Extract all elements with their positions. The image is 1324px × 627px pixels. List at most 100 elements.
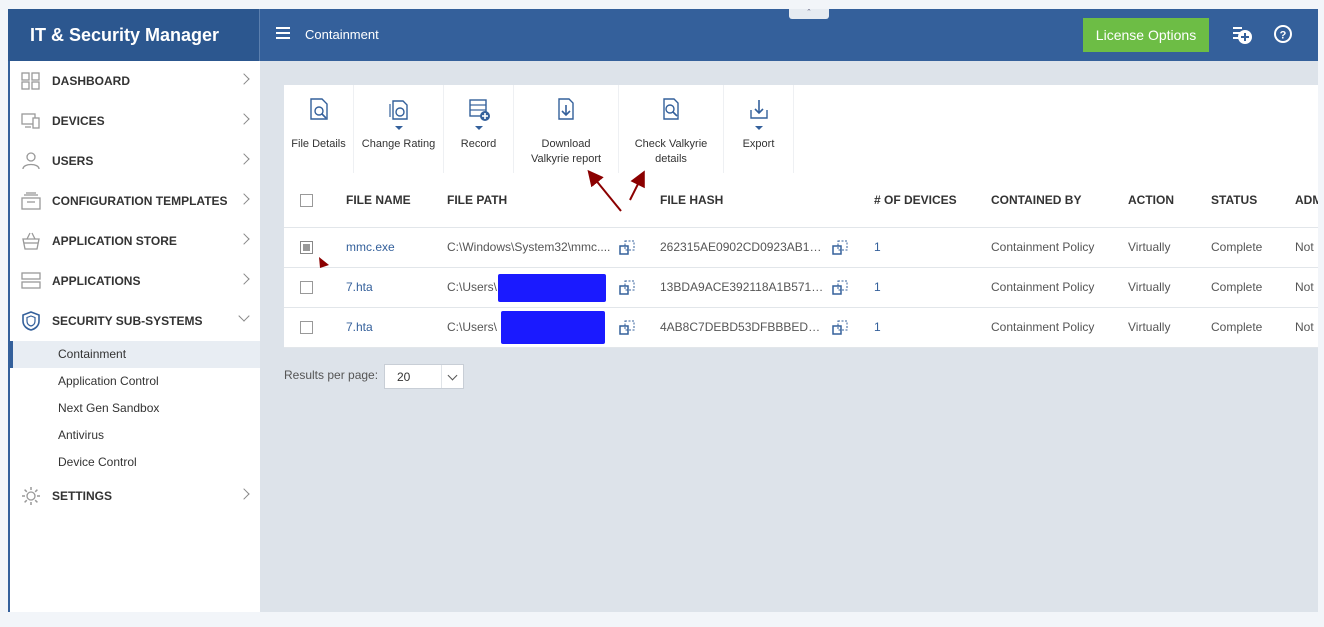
help-icon[interactable]: ? (1273, 24, 1293, 44)
check-details-icon (663, 98, 679, 120)
sidebar-item-security-sub-systems[interactable]: SECURITY SUB-SYSTEMS (10, 301, 260, 341)
column-header-devices[interactable]: # OF DEVICES (874, 173, 991, 228)
sidebar-subitem-containment[interactable]: Containment (10, 341, 260, 368)
change-rating-button[interactable]: Change Rating (354, 85, 444, 173)
chevron-down-icon[interactable] (441, 365, 463, 388)
tool-label: Check Valkyrie details (619, 137, 723, 167)
sidebar-item-users[interactable]: USERS (10, 141, 260, 181)
chevron-right-icon (238, 233, 250, 245)
file-name-link[interactable]: 7.hta (346, 280, 373, 294)
adm-cell: Not (1295, 267, 1318, 308)
top-bar: IT & Security Manager Containment ˆ Lice… (8, 9, 1318, 61)
check-valkyrie-details-button[interactable]: Check Valkyrie details (619, 85, 724, 173)
copy-icon[interactable] (619, 240, 635, 256)
copy-icon[interactable] (832, 240, 848, 256)
export-icon (749, 100, 768, 119)
sidebar-subitem-application-control[interactable]: Application Control (10, 368, 260, 395)
divider (259, 9, 260, 61)
sidebar-item-label: DEVICES (52, 114, 105, 128)
select-all-checkbox[interactable] (300, 193, 313, 207)
file-name-link[interactable]: mmc.exe (346, 240, 395, 254)
column-header-action[interactable]: ACTION (1128, 173, 1211, 228)
adm-cell: Not (1295, 227, 1318, 268)
record-button[interactable]: Record (444, 85, 514, 173)
chevron-down-icon (238, 310, 250, 322)
sidebar-item-configuration-templates[interactable]: CONFIGURATION TEMPLATES (10, 181, 260, 221)
file-path-cell: C:\Windows\System32\mmc.... (447, 240, 611, 255)
file-path-cell: C:\Users\ (447, 320, 498, 335)
tool-label-line: Check Valkyrie (634, 138, 708, 150)
sidebar-item-label: DASHBOARD (52, 74, 130, 88)
status-cell: Complete (1211, 227, 1295, 268)
sidebar-item-label: APPLICATIONS (52, 274, 141, 288)
sidebar-item-dashboard[interactable]: DASHBOARD (10, 61, 260, 101)
hamburger-menu-icon[interactable] (276, 27, 290, 39)
redaction-mark (501, 310, 605, 344)
sidebar-item-label: SECURITY SUB-SYSTEMS (52, 314, 203, 328)
devices-count-link[interactable]: 1 (874, 320, 881, 334)
sidebar-item-devices[interactable]: DEVICES (10, 101, 260, 141)
sidebar-item-label: CONFIGURATION TEMPLATES (52, 194, 228, 208)
tool-label: Export (742, 138, 775, 150)
shield-icon (20, 310, 42, 332)
file-hash-cell: 13BDA9ACE392118A1B571A... (660, 280, 825, 295)
row-checkbox[interactable] (300, 321, 313, 335)
tool-label: Change Rating (361, 138, 436, 150)
sidebar-item-applications[interactable]: APPLICATIONS (10, 261, 260, 301)
column-header-file-hash[interactable]: FILE HASH (660, 173, 874, 228)
results-per-page-select[interactable]: 20 (384, 364, 464, 389)
file-details-button[interactable]: File Details (284, 85, 354, 173)
chevron-right-icon (238, 153, 250, 165)
sidebar-item-settings[interactable]: SETTINGS (10, 476, 260, 516)
adm-cell: Not (1295, 307, 1318, 348)
sidebar-subitem-antivirus[interactable]: Antivirus (10, 422, 260, 449)
svg-text:?: ? (1280, 30, 1287, 42)
store-icon (20, 230, 42, 252)
table-header-row: FILE NAME FILE PATH FILE HASH # OF DEVIC… (284, 173, 1318, 228)
sidebar-subitem-device-control[interactable]: Device Control (10, 449, 260, 476)
results-per-page-label: Results per page: (284, 368, 379, 382)
dropdown-caret-icon (474, 126, 483, 130)
license-options-button[interactable]: License Options (1083, 18, 1209, 52)
action-cell: Virtually (1128, 267, 1211, 308)
tool-label-line: Download (541, 138, 591, 150)
collapse-header-chevron-icon[interactable]: ˆ (789, 9, 829, 19)
gear-icon (20, 485, 42, 507)
app-title: IT & Security Manager (8, 9, 260, 61)
table-row[interactable]: mmc.exe C:\Windows\System32\mmc.... 2623… (284, 227, 1318, 268)
download-report-icon (558, 98, 574, 120)
copy-icon[interactable] (619, 320, 635, 336)
chevron-right-icon (238, 113, 250, 125)
column-header-status[interactable]: STATUS (1211, 173, 1295, 228)
devices-count-link[interactable]: 1 (874, 280, 881, 294)
sidebar-item-label: APPLICATION STORE (52, 234, 177, 248)
row-checkbox[interactable] (300, 241, 313, 255)
column-header-contained-by[interactable]: CONTAINED BY (991, 173, 1128, 228)
download-valkyrie-report-button[interactable]: Download Valkyrie report (514, 85, 619, 173)
column-header-adm[interactable]: ADM (1295, 173, 1318, 228)
applications-icon (20, 270, 42, 292)
page-title: Containment (305, 27, 379, 42)
table-row[interactable]: 7.hta C:\Users\ 13BDA9ACE392118A1B571A..… (284, 267, 1318, 308)
file-hash-cell: 4AB8C7DEBD53DFBBBEDC67... (660, 320, 825, 335)
sidebar-subitem-next-gen-sandbox[interactable]: Next Gen Sandbox (10, 395, 260, 422)
copy-icon[interactable] (832, 320, 848, 336)
containment-table: FILE NAME FILE PATH FILE HASH # OF DEVIC… (284, 173, 1318, 348)
file-name-link[interactable]: 7.hta (346, 320, 373, 334)
table-row[interactable]: 7.hta C:\Users\ 4AB8C7DEBD53DFBBBEDC67..… (284, 307, 1318, 348)
column-header-file-path[interactable]: FILE PATH (447, 173, 660, 228)
status-cell: Complete (1211, 307, 1295, 348)
row-checkbox[interactable] (300, 281, 313, 295)
devices-count-link[interactable]: 1 (874, 240, 881, 254)
file-path-cell: C:\Users\ (447, 280, 498, 295)
toolbar: File Details Change Rating Record Downlo… (284, 85, 1318, 173)
tool-label: Download Valkyrie report (514, 137, 618, 167)
export-button[interactable]: Export (724, 85, 794, 173)
column-header-file-name[interactable]: FILE NAME (346, 173, 447, 228)
add-widget-icon[interactable] (1231, 24, 1253, 46)
sidebar-item-application-store[interactable]: APPLICATION STORE (10, 221, 260, 261)
user-icon (20, 150, 42, 172)
templates-icon (20, 190, 42, 212)
copy-icon[interactable] (619, 280, 635, 296)
copy-icon[interactable] (832, 280, 848, 296)
